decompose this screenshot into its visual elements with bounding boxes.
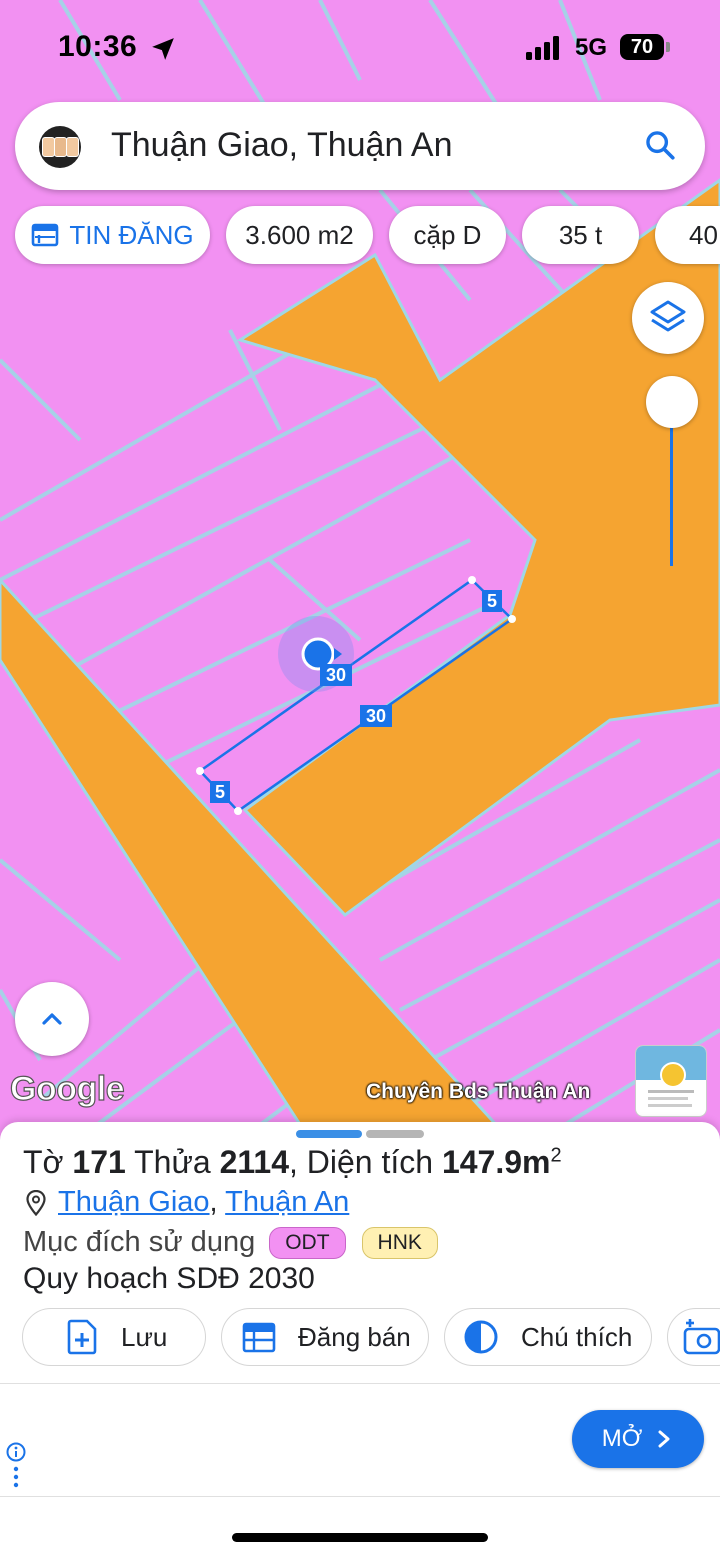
search-icon[interactable] xyxy=(643,128,677,162)
ad-open-button[interactable]: MỞ xyxy=(572,1410,704,1468)
measure-label-side-lower: 30 xyxy=(360,705,392,727)
save-label: Lưu xyxy=(121,1321,168,1352)
add-photo-icon xyxy=(683,1319,720,1355)
tag-odt[interactable]: ODT xyxy=(269,1226,346,1259)
sheet-handle-active[interactable] xyxy=(296,1130,362,1138)
network-type: 5G xyxy=(575,34,608,61)
area-unit: 2 xyxy=(550,1144,562,1167)
battery-icon: 70 xyxy=(620,34,664,60)
parcel-title: Tờ 171 Thửa 2114, Diện tích 147.9m2 xyxy=(23,1144,562,1181)
chip-label: 35 t xyxy=(558,219,603,250)
avatar[interactable] xyxy=(39,126,81,168)
chip-label: TIN ĐĂNG xyxy=(69,219,194,250)
parcel-location: Thuận Giao, Thuận An xyxy=(26,1186,349,1219)
location-separator: , xyxy=(209,1186,218,1218)
chip-label: 40 xyxy=(689,219,718,250)
chip-label: cặp D xyxy=(413,219,482,250)
legend-button[interactable]: Chú thích xyxy=(444,1308,652,1366)
purpose-label: Mục đích sử dụng xyxy=(23,1226,256,1258)
measure-label-top: 5 xyxy=(482,590,502,612)
ad-open-label: MỞ xyxy=(601,1425,643,1452)
chip-more[interactable]: 40 xyxy=(655,206,720,264)
sheet-label: Tờ xyxy=(23,1144,64,1180)
chip-price[interactable]: 35 t xyxy=(522,206,639,264)
sheet-handle-inactive[interactable] xyxy=(366,1130,424,1138)
area-label: , Diện tích xyxy=(289,1144,434,1180)
home-indicator[interactable] xyxy=(232,1533,488,1542)
map-view[interactable]: 5 30 30 5 10:36 5G 70 Thuận Giao, Thuận … xyxy=(0,0,720,1140)
chevron-right-icon xyxy=(658,1430,670,1448)
sheet-number: 171 xyxy=(72,1144,126,1180)
layers-icon xyxy=(650,300,686,332)
calendar-icon xyxy=(32,223,59,247)
google-logo: Google xyxy=(9,1069,125,1108)
plot-label: Thửa xyxy=(134,1144,211,1180)
tag-hnk[interactable]: HNK xyxy=(361,1226,438,1259)
chevron-up-icon xyxy=(42,1013,62,1025)
search-input[interactable]: Thuận Giao, Thuận An xyxy=(111,126,453,165)
chip-listings[interactable]: TIN ĐĂNG xyxy=(15,206,210,264)
legend-label: Chú thích xyxy=(521,1321,633,1352)
zoom-slider-handle[interactable] xyxy=(646,376,698,428)
chip-area[interactable]: 3.600 m2 xyxy=(226,206,373,264)
signal-icon xyxy=(526,36,559,60)
watermark-text: Chuyên Bds Thuận An xyxy=(366,1080,591,1103)
land-use-purpose: Mục đích sử dụng ODT HNK xyxy=(23,1226,438,1259)
add-file-icon xyxy=(67,1319,97,1355)
search-bar[interactable]: Thuận Giao, Thuận An xyxy=(15,102,705,190)
status-time: 10:36 xyxy=(58,30,138,63)
location-arrow-icon xyxy=(152,38,174,60)
planning-label: Quy hoạch SDĐ 2030 xyxy=(23,1262,315,1295)
save-button[interactable]: Lưu xyxy=(22,1308,206,1366)
status-bar: 10:36 5G 70 xyxy=(0,0,720,96)
location-pin-icon xyxy=(26,1190,46,1217)
measure-label-bottom: 5 xyxy=(210,781,230,803)
calendar-icon xyxy=(242,1322,276,1353)
expand-up-button[interactable] xyxy=(15,982,89,1056)
chip-label: 3.600 m2 xyxy=(245,219,354,250)
add-photo-button[interactable] xyxy=(667,1308,720,1366)
area-value: 147.9m xyxy=(441,1144,551,1180)
measure-label-side-upper: 30 xyxy=(320,664,352,686)
district-link[interactable]: Thuận An xyxy=(225,1186,349,1218)
chip-pair[interactable]: cặp D xyxy=(389,206,506,264)
post-sale-button[interactable]: Đăng bán xyxy=(221,1308,429,1366)
ad-info-icon[interactable] xyxy=(6,1442,26,1492)
post-sale-label: Đăng bán xyxy=(298,1321,411,1352)
layers-button[interactable] xyxy=(632,282,704,354)
ward-link[interactable]: Thuận Giao xyxy=(58,1186,210,1218)
plot-number: 2114 xyxy=(219,1144,289,1180)
profile-thumbnail[interactable] xyxy=(635,1045,707,1117)
battery-tip xyxy=(666,42,670,52)
contrast-icon xyxy=(464,1320,498,1354)
